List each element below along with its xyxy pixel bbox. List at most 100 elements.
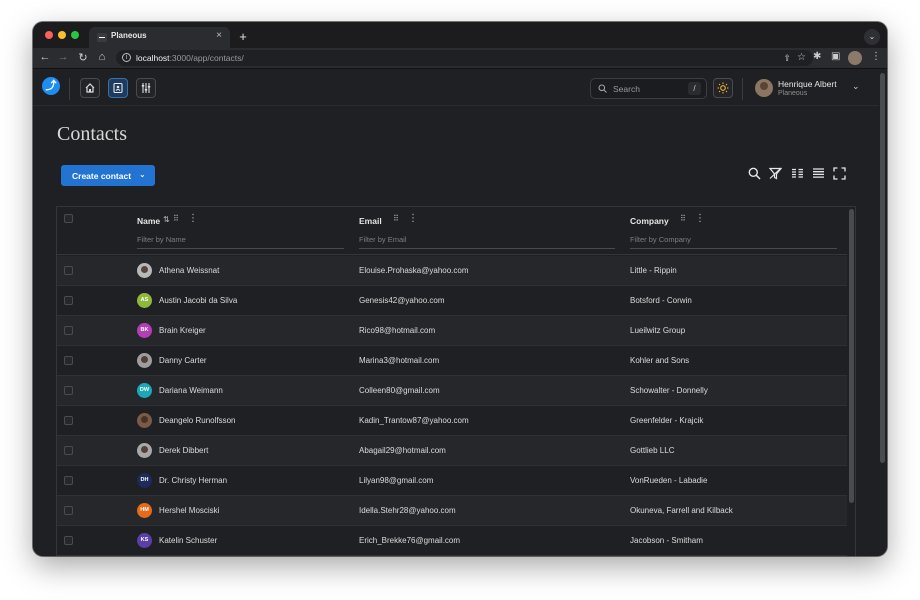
contact-name[interactable]: Dr. Christy Herman — [159, 476, 227, 485]
columns-icon[interactable] — [791, 167, 804, 180]
user-name[interactable]: Henrique Albert — [778, 79, 837, 89]
table-row[interactable]: HM Hershel Mosciski Idella.Stehr28@yahoo… — [57, 496, 847, 526]
minimize-window-button[interactable] — [58, 31, 66, 39]
planeous-logo-icon[interactable]: ⤴ — [42, 77, 60, 95]
extensions-icon[interactable]: ✱ — [813, 51, 821, 62]
contact-company: Kohler and Sons — [630, 356, 690, 365]
contact-company: Schowalter - Donnelly — [630, 386, 708, 395]
avatar: DW — [137, 383, 152, 398]
back-icon[interactable]: ← — [38, 51, 52, 63]
home-icon — [85, 83, 95, 93]
app-content: ⤴ Search / Henrique Albert Planeous ⌄ Co… — [33, 70, 887, 556]
browser-menu-icon[interactable]: ⋮ — [871, 51, 881, 62]
user-avatar[interactable] — [755, 79, 773, 97]
drag-handle-icon[interactable]: ⠿ — [173, 214, 179, 223]
column-menu-icon[interactable]: ⋮ — [188, 213, 198, 224]
settings-nav-button[interactable] — [136, 78, 156, 98]
user-organization: Planeous — [778, 90, 808, 97]
side-panel-icon[interactable]: ▣ — [831, 51, 840, 62]
address-bar[interactable]: i localhost:3000/app/contacts/ ⇪ ☆ — [116, 50, 813, 66]
contact-email: Idella.Stehr28@yahoo.com — [359, 506, 456, 515]
contact-name[interactable]: Deangelo Runolfsson — [159, 416, 236, 425]
table-row[interactable]: Derek Dibbert Abagail29@hotmail.com Gott… — [57, 436, 847, 466]
row-checkbox[interactable] — [64, 296, 73, 305]
filter-name-input[interactable]: Filter by Name — [137, 233, 344, 249]
contact-name[interactable]: Athena Weissnat — [159, 266, 219, 275]
row-checkbox[interactable] — [64, 506, 73, 515]
contact-name[interactable]: Dariana Weimann — [159, 386, 223, 395]
drag-handle-icon[interactable]: ⠿ — [680, 214, 686, 223]
row-checkbox[interactable] — [64, 386, 73, 395]
row-checkbox[interactable] — [64, 326, 73, 335]
avatar: HM — [137, 503, 152, 518]
search-input[interactable]: Search / — [590, 78, 707, 99]
contacts-nav-button[interactable] — [108, 78, 128, 98]
column-menu-icon[interactable]: ⋮ — [695, 213, 705, 224]
reload-icon[interactable]: ↻ — [76, 51, 90, 64]
home-nav-button[interactable] — [80, 78, 100, 98]
site-info-icon[interactable]: i — [122, 53, 131, 62]
table-row[interactable]: Danny Carter Marina3@hotmail.com Kohler … — [57, 346, 847, 376]
contact-name[interactable]: Austin Jacobi da Silva — [159, 296, 237, 305]
chevron-down-icon[interactable]: ⌄ — [852, 81, 860, 92]
avatar — [137, 353, 152, 368]
row-checkbox[interactable] — [64, 476, 73, 485]
tab-search-button[interactable]: ⌄ — [864, 29, 880, 45]
tab-close-icon[interactable]: × — [216, 30, 222, 41]
page-scrollbar[interactable] — [880, 73, 885, 463]
row-checkbox[interactable] — [64, 266, 73, 275]
contact-name[interactable]: Brain Kreiger — [159, 326, 206, 335]
close-window-button[interactable] — [45, 31, 53, 39]
select-all-checkbox[interactable] — [64, 214, 73, 223]
column-header-email[interactable]: Email — [359, 216, 382, 226]
contact-name[interactable]: Hershel Mosciski — [159, 506, 219, 515]
contact-company: Okuneva, Farrell and Kilback — [630, 506, 733, 515]
search-icon[interactable] — [748, 167, 761, 180]
table-row[interactable]: KS Katelin Schuster Erich_Brekke76@gmail… — [57, 526, 847, 556]
sort-asc-icon[interactable]: ⇅ — [163, 215, 170, 224]
row-checkbox[interactable] — [64, 536, 73, 545]
contacts-table: Name ⇅ ⠿ ⋮ Filter by Name Email ⠿ ⋮ Filt… — [56, 206, 856, 556]
browser-tab[interactable]: Planeous × — [89, 27, 230, 48]
contact-email: Marina3@hotmail.com — [359, 356, 440, 365]
table-scrollbar[interactable] — [849, 209, 854, 503]
create-contact-button[interactable]: Create contact ⌄ — [61, 165, 155, 186]
drag-handle-icon[interactable]: ⠿ — [393, 214, 399, 223]
search-placeholder: Search — [613, 84, 640, 94]
table-row[interactable]: AS Austin Jacobi da Silva Genesis42@yaho… — [57, 286, 847, 316]
contact-name[interactable]: Derek Dibbert — [159, 446, 208, 455]
column-header-name[interactable]: Name — [137, 216, 160, 226]
column-menu-icon[interactable]: ⋮ — [408, 213, 418, 224]
clear-filter-icon[interactable] — [769, 167, 782, 180]
density-icon[interactable] — [812, 167, 825, 180]
contact-name[interactable]: Katelin Schuster — [159, 536, 217, 545]
theme-toggle-button[interactable] — [713, 78, 733, 98]
table-row[interactable]: Deangelo Runolfsson Kadin_Trantow87@yaho… — [57, 406, 847, 436]
bookmark-star-icon[interactable]: ☆ — [797, 52, 806, 63]
maximize-window-button[interactable] — [71, 31, 79, 39]
row-checkbox[interactable] — [64, 356, 73, 365]
row-checkbox[interactable] — [64, 416, 73, 425]
forward-icon[interactable]: → — [56, 51, 70, 63]
filter-company-input[interactable]: Filter by Company — [630, 233, 837, 249]
table-row[interactable]: DW Dariana Weimann Colleen80@gmail.com S… — [57, 376, 847, 406]
table-row[interactable]: Athena Weissnat Elouise.Prohaska@yahoo.c… — [57, 256, 847, 286]
contact-email: Colleen80@gmail.com — [359, 386, 440, 395]
column-header-company[interactable]: Company — [630, 216, 669, 226]
url-text: localhost:3000/app/contacts/ — [136, 53, 244, 63]
browser-profile-avatar[interactable] — [848, 51, 862, 65]
new-tab-button[interactable]: + — [235, 29, 251, 45]
tab-bar: Planeous × + ⌄ — [33, 22, 887, 48]
avatar: AS — [137, 293, 152, 308]
table-row[interactable]: BK Brain Kreiger Rico98@hotmail.com Luei… — [57, 316, 847, 346]
table-row[interactable]: DH Dr. Christy Herman Lilyan98@gmail.com… — [57, 466, 847, 496]
contact-name[interactable]: Danny Carter — [159, 356, 207, 365]
share-icon[interactable]: ⇪ — [783, 53, 791, 64]
search-shortcut-key: / — [688, 82, 701, 95]
app-header: ⤴ Search / Henrique Albert Planeous ⌄ — [33, 70, 879, 106]
home-icon[interactable]: ⌂ — [95, 51, 109, 63]
row-checkbox[interactable] — [64, 446, 73, 455]
filter-email-input[interactable]: Filter by Email — [359, 233, 615, 249]
fullscreen-icon[interactable] — [833, 167, 846, 180]
contact-company: Botsford - Corwin — [630, 296, 692, 305]
